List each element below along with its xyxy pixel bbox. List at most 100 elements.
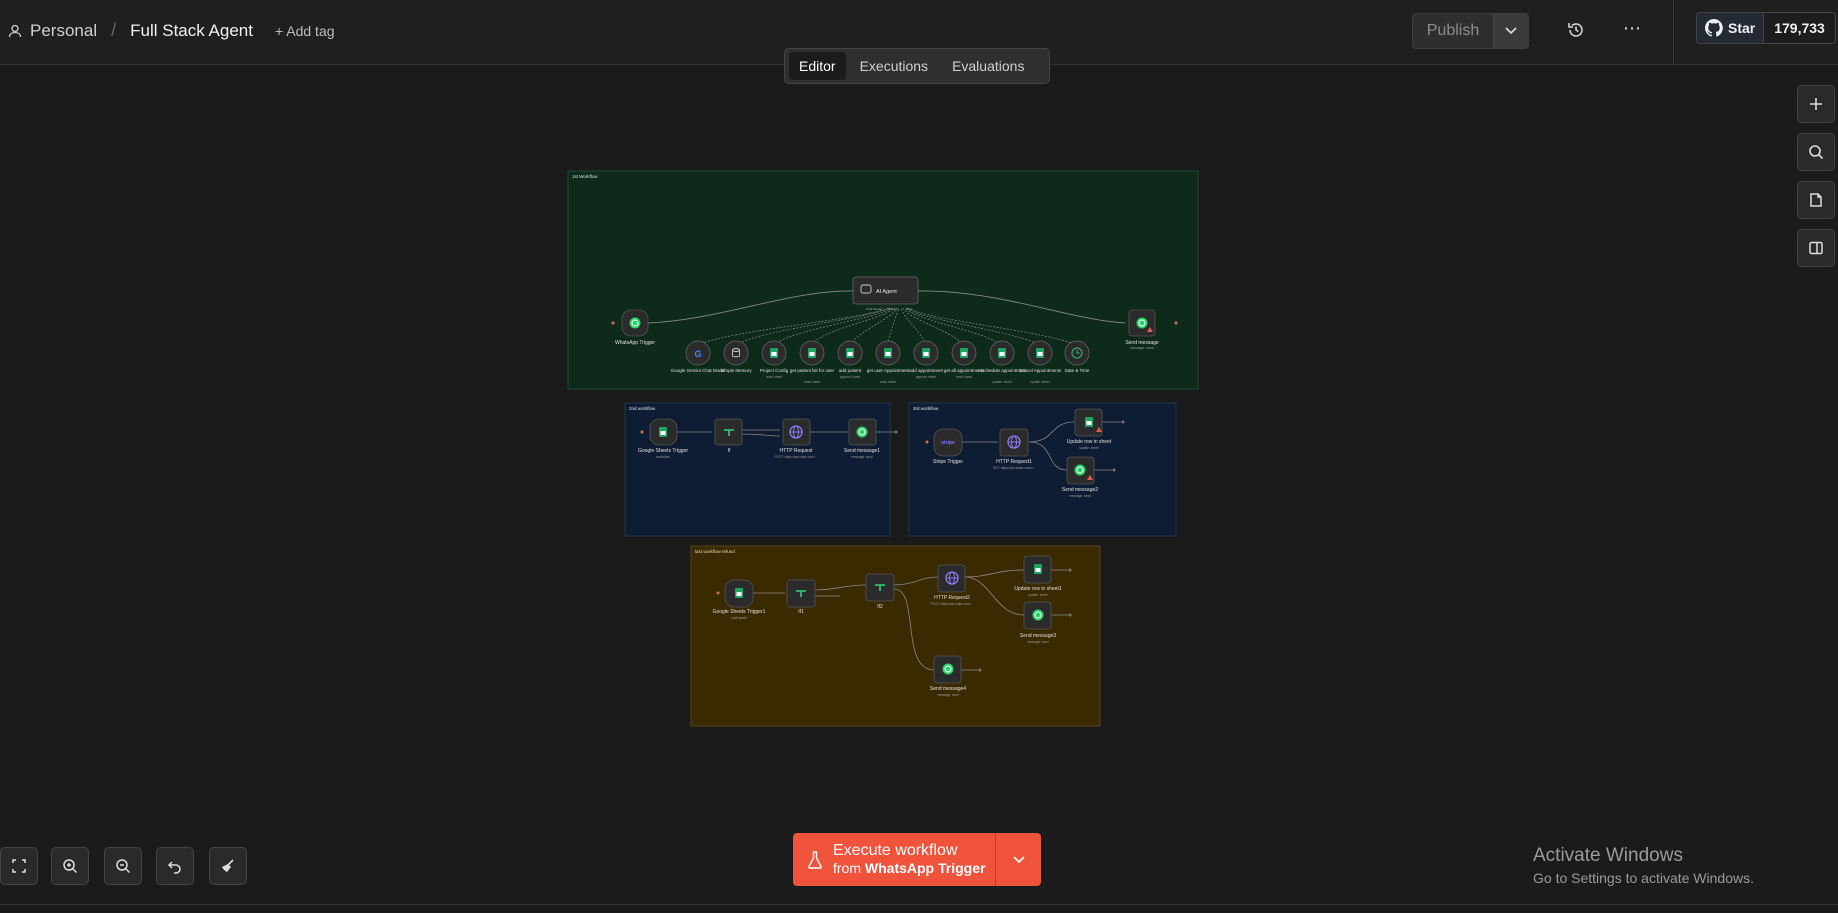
node-date-time[interactable]: Date & Time [1064, 340, 1090, 373]
node-label: reschedule appointment [978, 368, 1027, 373]
add-sticky-note-button[interactable] [1797, 181, 1835, 219]
node-simple-memory[interactable]: Simple Memory [720, 340, 752, 373]
node-label: AI Agent [876, 289, 897, 295]
execute-trigger-label: from WhatsApp Trigger [833, 860, 986, 876]
node-get-user-appointment[interactable]: get user Appointment read: sheet [867, 340, 910, 384]
execute-workflow-button-group: Execute workflow from WhatsApp Trigger [793, 833, 1041, 886]
google-sheets-icon [1085, 417, 1093, 427]
globe-icon [1007, 435, 1021, 449]
node-add-patient[interactable]: add patient append: sheet [837, 340, 863, 379]
github-star[interactable]: Star [1697, 13, 1765, 43]
node-add-appointment[interactable]: add appointment append: sheet [909, 340, 944, 379]
node-http-request1[interactable]: HTTP Request1 GET: https://api.stripe.co… [993, 428, 1035, 470]
node-send-message4[interactable]: Send message4 message: send [930, 655, 982, 697]
zoom-in-button[interactable] [51, 847, 89, 885]
user-icon [8, 24, 22, 37]
undo-button[interactable] [156, 847, 194, 885]
chevron-down-icon [1012, 855, 1025, 863]
history-icon[interactable] [1566, 20, 1586, 40]
node-get-patient-list[interactable]: get patient list for user read: sheet [790, 340, 835, 384]
node-get-all-appointments[interactable]: get all appointments read: sheet [944, 340, 985, 379]
more-options-icon[interactable]: ⋯ [1622, 18, 1642, 38]
sticky-note-last-workflow-refund[interactable]: last workflow refund [690, 545, 1101, 727]
fit-view-icon [12, 859, 26, 873]
warning-icon [1096, 427, 1102, 432]
sticky-note-2nd-workflow[interactable]: 2nd workflow [624, 402, 891, 537]
node-label: Google Sheets Trigger [638, 448, 688, 454]
node-send-message2[interactable]: Send message2 message: send [1062, 456, 1116, 498]
tidy-up-button[interactable] [209, 847, 247, 885]
zoom-out-button[interactable] [104, 847, 142, 885]
google-sheets-icon [735, 588, 743, 598]
node-sublabel: GET: https://api.stripe.com/v... [993, 466, 1035, 470]
sticky-note-title: 3rd workflow [913, 406, 939, 411]
node-label: If [728, 448, 731, 454]
port-label: Tool [906, 307, 912, 311]
flask-icon [808, 850, 822, 869]
sticky-note-3rd-workflow[interactable]: 3rd workflow [908, 402, 1177, 537]
search-icon [1809, 145, 1824, 160]
if-icon [723, 429, 735, 437]
tab-editor[interactable]: Editor [789, 52, 846, 80]
node-sublabel: message: send [1027, 640, 1049, 644]
add-node-button[interactable] [1797, 85, 1835, 123]
node-sublabel: POST: https://api.stripe.com/... [930, 602, 973, 606]
node-whatsapp-trigger[interactable]: WhatsApp Trigger [611, 309, 656, 346]
node-if2[interactable]: If2 [865, 573, 895, 610]
node-google-sheets-trigger1[interactable]: Google Sheets Trigger1 rowUpdate [713, 579, 766, 620]
node-update-row-in-sheet[interactable]: Update row in sheet update: sheet [1067, 408, 1125, 450]
node-cancel-appointments[interactable]: Cancel Appointments update: sheet [1019, 340, 1062, 384]
node-http-request[interactable]: HTTP Request POST: https://api.stripe.co… [774, 418, 818, 459]
node-google-gemini-chat-model[interactable]: G Google Gemini Chat Model [671, 340, 725, 373]
google-sheets-icon [884, 348, 892, 358]
node-label: get patient list for user [790, 368, 835, 373]
node-label: Send message1 [844, 448, 880, 454]
publish-options-button[interactable] [1493, 14, 1528, 48]
whatsapp-icon [941, 662, 955, 676]
execute-workflow-button[interactable]: Execute workflow from WhatsApp Trigger [793, 833, 996, 886]
execute-options-button[interactable] [996, 833, 1041, 886]
node-label: Send message2 [1062, 487, 1098, 493]
node-if[interactable]: If [714, 418, 743, 454]
node-send-message1[interactable]: Send message1 message: send [844, 418, 898, 459]
node-send-message[interactable]: Send message message: send [1125, 309, 1178, 350]
robot-icon [860, 284, 872, 294]
publish-button[interactable]: Publish [1413, 14, 1493, 48]
broom-icon [222, 859, 234, 872]
node-http-request2[interactable]: HTTP Request2 POST: https://api.stripe.c… [930, 564, 974, 606]
add-tag-button[interactable]: + Add tag [275, 23, 335, 39]
clock-icon [1071, 347, 1083, 359]
node-project-config[interactable]: Project Config read: sheet [760, 340, 789, 379]
sticky-note-1st-workflow[interactable]: 1st Workflow [567, 170, 1199, 390]
node-reschedule-appointment[interactable]: reschedule appointment update: sheet [978, 340, 1027, 384]
node-label: Send message4 [930, 686, 966, 692]
google-sheets-icon [808, 348, 816, 358]
github-star-button[interactable]: Star 179,733 [1696, 12, 1836, 44]
view-tabs: Editor Executions Evaluations [784, 48, 1050, 84]
node-sublabel: update: sheet [1030, 380, 1049, 384]
workflow-name[interactable]: Full Stack Agent [130, 21, 253, 41]
node-sublabel: POST: https://api.stripe.com/... [774, 455, 817, 459]
node-sublabel: append: sheet [916, 375, 936, 379]
workflow-canvas[interactable]: 1st Workflow 2nd workflow 3rd workflow l… [0, 0, 1838, 913]
node-update-row-in-sheet1[interactable]: Update row in sheet1 update: sheet [1014, 555, 1072, 597]
node-ai-agent[interactable]: AI Agent Chat Model* Memory Tool [852, 276, 919, 311]
node-label: HTTP Request [780, 448, 814, 454]
tab-executions[interactable]: Executions [850, 52, 938, 80]
breadcrumb-project[interactable]: Personal [30, 21, 97, 41]
tab-evaluations[interactable]: Evaluations [942, 52, 1034, 80]
fit-view-button[interactable] [0, 847, 38, 885]
node-google-sheets-trigger[interactable]: Google Sheets Trigger rowAdded [638, 418, 688, 459]
node-label: WhatsApp Trigger [615, 340, 655, 346]
warning-icon [1147, 327, 1153, 332]
node-send-message3[interactable]: Send message3 message: send [1020, 601, 1072, 644]
node-stripe-trigger[interactable]: stripe Stripe Trigger [925, 428, 964, 465]
toggle-panel-button[interactable] [1797, 229, 1835, 267]
node-sublabel: read: sheet [766, 375, 782, 379]
search-nodes-button[interactable] [1797, 133, 1835, 171]
globe-icon [789, 425, 803, 439]
node-if1[interactable]: If1 [786, 579, 816, 615]
port-label: Memory [888, 307, 899, 311]
node-sublabel: update: sheet [992, 380, 1011, 384]
node-label: Stripe Trigger [933, 459, 963, 465]
